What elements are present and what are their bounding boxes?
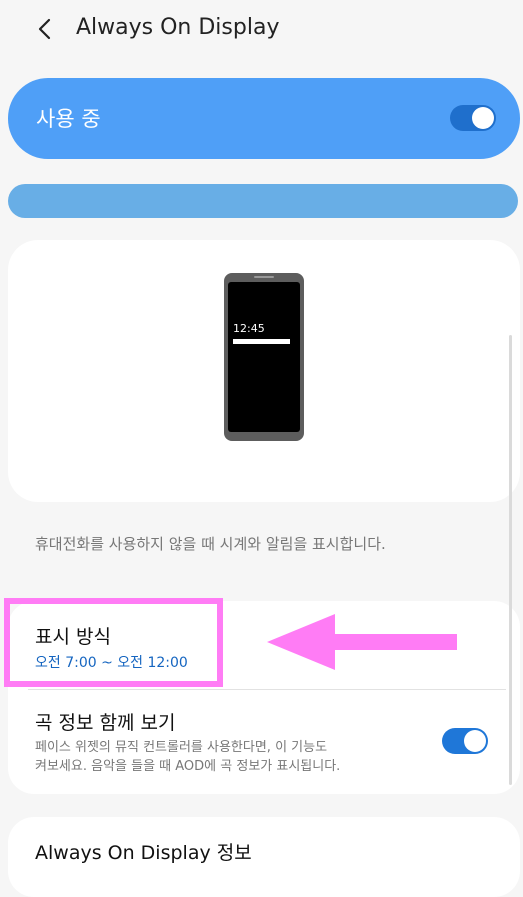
- music-info-label: 곡 정보 함께 보기: [35, 712, 176, 734]
- scrollbar[interactable]: [509, 335, 512, 785]
- toggle-knob: [472, 107, 494, 129]
- music-info-description: 페이스 위젯의 뮤직 컨트롤러를 사용한다면, 이 기능도 켜보세요. 음악을 …: [35, 738, 415, 776]
- toggle-knob: [464, 730, 486, 752]
- about-aod-label: Always On Display 정보: [35, 842, 252, 864]
- phone-illustration: 12:45: [224, 273, 304, 441]
- music-info-row[interactable]: 곡 정보 함께 보기 페이스 위젯의 뮤직 컨트롤러를 사용한다면, 이 기능도…: [8, 690, 520, 794]
- page-title: Always On Display: [76, 15, 280, 40]
- display-mode-value: 오전 7:00 ~ 오전 12:00: [35, 655, 188, 671]
- master-switch-label: 사용 중: [36, 107, 101, 131]
- master-switch-bar[interactable]: 사용 중: [8, 78, 520, 159]
- phone-screen: 12:45: [228, 282, 300, 432]
- aod-preview-card: 12:45: [8, 240, 520, 502]
- blue-strip: [8, 184, 518, 218]
- music-info-toggle[interactable]: [442, 728, 488, 754]
- preview-clock: 12:45: [233, 322, 265, 335]
- display-mode-row[interactable]: 표시 방식 오전 7:00 ~ 오전 12:00: [8, 601, 520, 689]
- music-info-desc-line1: 페이스 위젯의 뮤직 컨트롤러를 사용한다면, 이 기능도: [35, 740, 328, 755]
- header: Always On Display: [0, 0, 523, 62]
- back-button[interactable]: [30, 14, 60, 44]
- chevron-left-icon: [38, 18, 51, 40]
- settings-card: 표시 방식 오전 7:00 ~ 오전 12:00 곡 정보 함께 보기 페이스 …: [8, 601, 520, 794]
- aod-description: 휴대전화를 사용하지 않을 때 시계와 알림을 표시합니다.: [35, 535, 386, 553]
- preview-line: [233, 339, 290, 344]
- display-mode-label: 표시 방식: [35, 626, 111, 648]
- music-info-desc-line2: 켜보세요. 음악을 들을 때 AOD에 곡 정보가 표시됩니다.: [35, 759, 341, 774]
- about-aod-item[interactable]: Always On Display 정보: [8, 817, 520, 897]
- phone-speaker: [254, 276, 274, 278]
- master-toggle[interactable]: [450, 105, 496, 131]
